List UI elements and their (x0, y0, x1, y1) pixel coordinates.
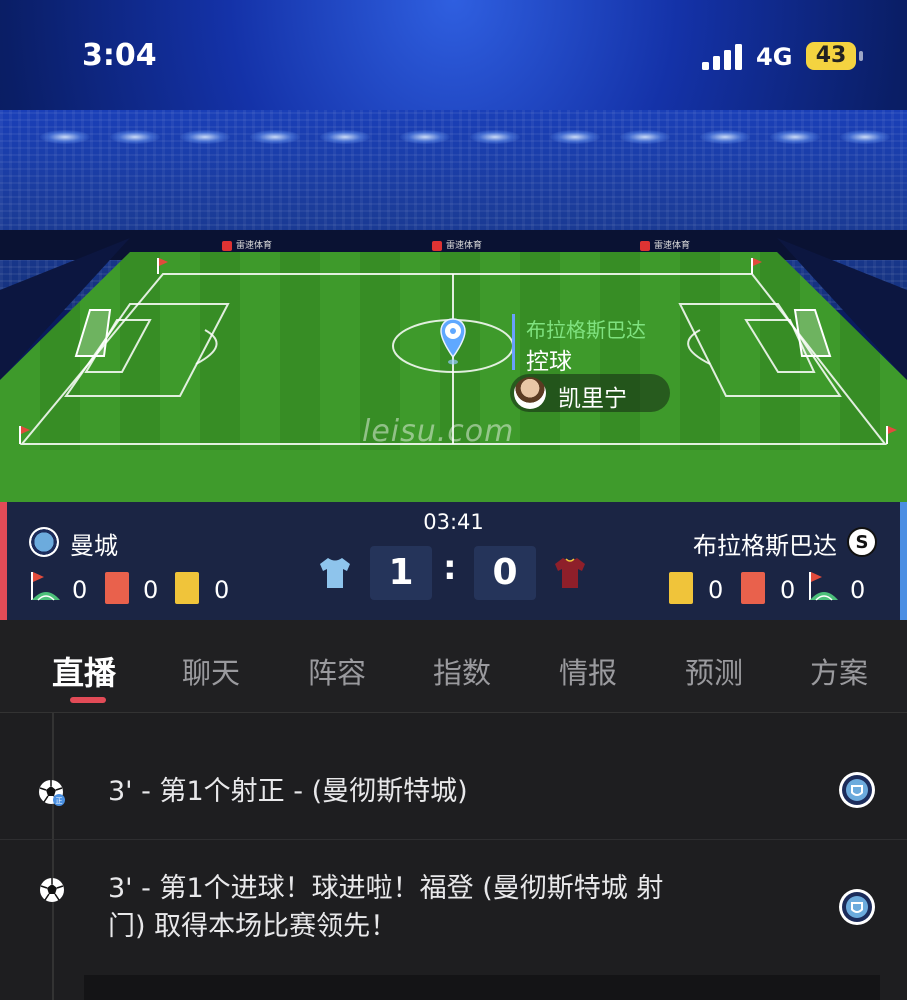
red-card-icon (741, 572, 765, 604)
man-city-badge-icon (839, 889, 875, 925)
tab-lineup[interactable]: 阵容 (308, 650, 366, 692)
yellow-card-icon (175, 572, 199, 604)
away-yellow-cards: 0 (708, 576, 724, 604)
feed-event-text-line1: 3' - 第1个进球！球进啦！福登 (曼彻斯特城 射 (108, 873, 664, 904)
battery-level: 43 (815, 43, 847, 68)
svg-text:正: 正 (56, 797, 63, 805)
man-city-badge-icon (839, 772, 875, 808)
player-pill: 凯里宁 (510, 374, 670, 412)
network-type: 4G (756, 43, 793, 71)
tab-prediction[interactable]: 预测 (685, 650, 743, 692)
score-separator: : (443, 548, 457, 588)
feed-event-text-line2: 门) 取得本场比赛领先！ (108, 911, 398, 942)
corner-kick-icon (809, 572, 838, 601)
feed-event-text: 3' - 第1个射正 - (曼彻斯特城) (108, 776, 468, 807)
home-yellow-cards: 0 (214, 576, 230, 604)
event-action: 控球 (526, 349, 572, 375)
goal-ball-icon (40, 878, 64, 902)
tab-live[interactable]: 直播 (52, 648, 116, 694)
watermark: leisu.com (362, 414, 515, 449)
tab-intel[interactable]: 情报 (559, 650, 617, 692)
tab-bar: 直播 聊天 阵容 指数 情报 预测 方案 (0, 620, 907, 713)
away-score: 0 (474, 546, 536, 600)
status-time: 3:04 (82, 38, 157, 73)
home-corners: 0 (72, 576, 88, 604)
ball-position-marker-icon (440, 318, 466, 365)
event-accent-bar (512, 314, 515, 370)
away-corners: 0 (850, 576, 866, 604)
active-tab-indicator (70, 697, 106, 703)
next-item-peek (84, 975, 880, 1000)
score-bar: 曼城 0 0 0 03:41 1 : 0 布拉格斯巴达 S 0 0 0 (0, 502, 907, 620)
event-team: 布拉格斯巴达 (526, 318, 646, 342)
away-kit-shirt-icon (555, 558, 585, 588)
tab-odds[interactable]: 指数 (433, 650, 491, 692)
away-team-badge-icon[interactable]: S (847, 527, 877, 557)
battery-icon: 43 (806, 42, 856, 70)
away-red-cards: 0 (780, 576, 796, 604)
list-item[interactable]: 正 3' - 第1个射正 - (曼彻斯特城) (0, 753, 907, 840)
corner-kick-icon (31, 572, 60, 601)
live-feed: 正 3' - 第1个射正 - (曼彻斯特城) 3' - 第1个进球！球进啦！福登… (0, 713, 907, 1000)
tab-chat[interactable]: 聊天 (182, 650, 240, 692)
shot-on-target-icon: 正 (39, 780, 65, 806)
away-team-name[interactable]: 布拉格斯巴达 (693, 526, 837, 561)
red-card-icon (105, 572, 129, 604)
battery-tip (859, 51, 863, 61)
home-kit-shirt-icon (320, 558, 350, 588)
yellow-card-icon (669, 572, 693, 604)
player-avatar (514, 377, 546, 409)
cellular-signal-icon (702, 44, 742, 70)
player-name: 凯里宁 (558, 386, 627, 412)
home-red-cards: 0 (143, 576, 159, 604)
tab-plans[interactable]: 方案 (810, 650, 868, 692)
home-score: 1 (370, 546, 432, 600)
stadium-animation: 雷速体育 雷速体育 雷速体育 leisu.com 布拉格斯巴达 控球 凯里宁 3… (0, 0, 907, 502)
